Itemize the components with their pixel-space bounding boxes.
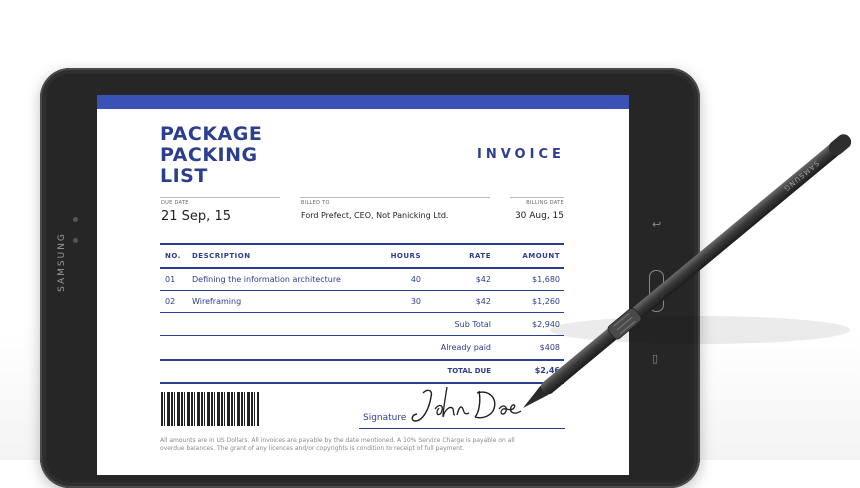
pen-brand-logo: SAMSUNG [781, 159, 820, 193]
stylus-pen: SAMSUNG [523, 134, 852, 408]
